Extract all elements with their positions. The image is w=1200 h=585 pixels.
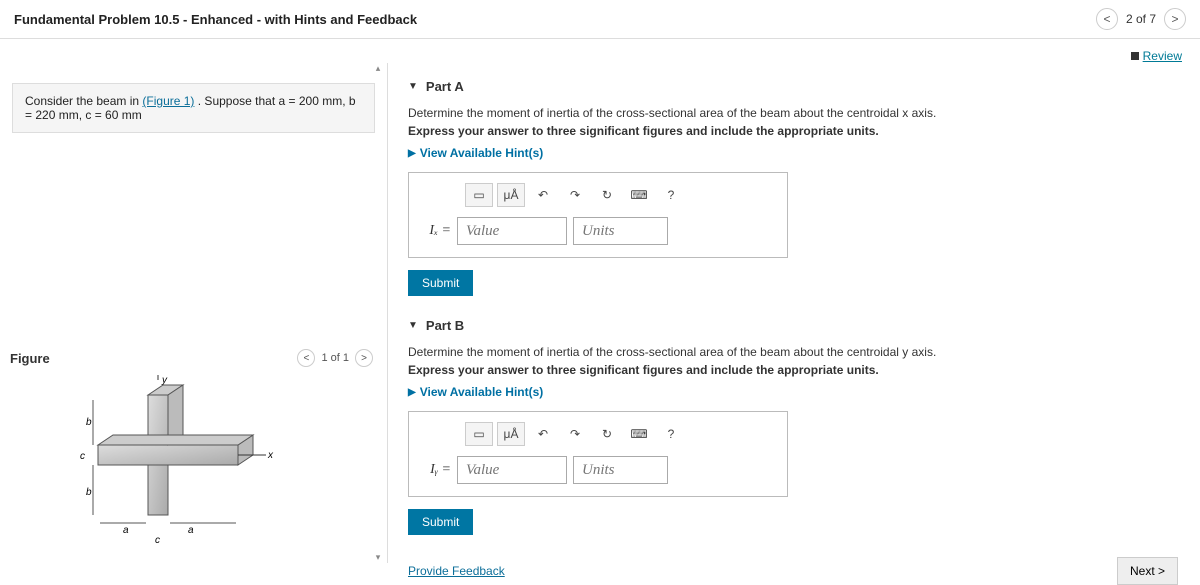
- figure-prev-button[interactable]: <: [297, 349, 315, 367]
- part-b-instruction-2: Express your answer to three significant…: [408, 363, 1186, 377]
- part-a-header[interactable]: ▼ Part A: [408, 79, 1186, 94]
- template-icon[interactable]: ▭: [465, 183, 493, 207]
- review-link[interactable]: Review: [1131, 49, 1182, 63]
- review-label: Review: [1143, 49, 1182, 63]
- page-title: Fundamental Problem 10.5 - Enhanced - wi…: [14, 12, 417, 27]
- figure-link[interactable]: (Figure 1): [142, 94, 194, 108]
- dim-b1: b: [86, 417, 92, 428]
- part-b-units-input[interactable]: [573, 456, 668, 484]
- part-b-answer-box: ▭ μÅ ↶ ↷ ↻ ⌨ ? Iᵧ =: [408, 411, 788, 497]
- reset-icon[interactable]: ↻: [593, 183, 621, 207]
- part-b-submit-button[interactable]: Submit: [408, 509, 473, 535]
- part-a-submit-button[interactable]: Submit: [408, 270, 473, 296]
- problem-text-prefix: Consider the beam in: [25, 94, 142, 108]
- caret-down-icon: ▼: [408, 320, 418, 331]
- help-icon[interactable]: ?: [657, 183, 685, 207]
- part-a-answer-box: ▭ μÅ ↶ ↷ ↻ ⌨ ? Iₓ =: [408, 172, 788, 258]
- dim-b2: b: [86, 487, 92, 498]
- dim-a2: a: [188, 525, 194, 536]
- figure-counter: 1 of 1: [321, 352, 349, 364]
- symbols-icon[interactable]: μÅ: [497, 422, 525, 446]
- part-a-title: Part A: [426, 79, 464, 94]
- part-b-hints-link[interactable]: ▶ View Available Hint(s): [408, 385, 1186, 399]
- caret-down-icon: ▼: [408, 81, 418, 92]
- prev-problem-button[interactable]: <: [1096, 8, 1118, 30]
- triangle-right-icon: ▶: [408, 148, 416, 159]
- part-a-hints-label: View Available Hint(s): [420, 146, 544, 160]
- keyboard-icon[interactable]: ⌨: [625, 183, 653, 207]
- dim-c2: c: [155, 535, 160, 545]
- scroll-down-icon[interactable]: ▾: [376, 552, 381, 563]
- part-a-instruction-1: Determine the moment of inertia of the c…: [408, 106, 1186, 120]
- keyboard-icon[interactable]: ⌨: [625, 422, 653, 446]
- axis-x-label: x: [267, 450, 274, 461]
- reset-icon[interactable]: ↻: [593, 422, 621, 446]
- scroll-up-icon[interactable]: ▴: [376, 63, 381, 74]
- part-b-variable-label: Iᵧ =: [421, 462, 451, 478]
- part-a-value-input[interactable]: [457, 217, 567, 245]
- figure-image: y x b b c a a c: [38, 375, 375, 555]
- figure-title: Figure: [10, 351, 50, 366]
- dim-a1: a: [123, 525, 129, 536]
- next-button[interactable]: Next >: [1117, 557, 1178, 585]
- part-b-instruction-1: Determine the moment of inertia of the c…: [408, 345, 1186, 359]
- problem-counter: 2 of 7: [1126, 12, 1156, 26]
- undo-icon[interactable]: ↶: [529, 422, 557, 446]
- part-b-hints-label: View Available Hint(s): [420, 385, 544, 399]
- part-a-hints-link[interactable]: ▶ View Available Hint(s): [408, 146, 1186, 160]
- part-a-units-input[interactable]: [573, 217, 668, 245]
- help-icon[interactable]: ?: [657, 422, 685, 446]
- part-a-variable-label: Iₓ =: [421, 223, 451, 239]
- undo-icon[interactable]: ↶: [529, 183, 557, 207]
- template-icon[interactable]: ▭: [465, 422, 493, 446]
- redo-icon[interactable]: ↷: [561, 183, 589, 207]
- part-a-instruction-2: Express your answer to three significant…: [408, 124, 1186, 138]
- review-icon: [1131, 52, 1139, 60]
- provide-feedback-link[interactable]: Provide Feedback: [408, 564, 505, 578]
- part-b-header[interactable]: ▼ Part B: [408, 318, 1186, 333]
- symbols-icon[interactable]: μÅ: [497, 183, 525, 207]
- problem-statement: Consider the beam in (Figure 1) . Suppos…: [12, 83, 375, 133]
- axis-y-label: y: [161, 375, 168, 386]
- next-problem-button[interactable]: >: [1164, 8, 1186, 30]
- dim-c1: c: [80, 451, 85, 462]
- redo-icon[interactable]: ↷: [561, 422, 589, 446]
- part-b-title: Part B: [426, 318, 464, 333]
- triangle-right-icon: ▶: [408, 387, 416, 398]
- part-b-value-input[interactable]: [457, 456, 567, 484]
